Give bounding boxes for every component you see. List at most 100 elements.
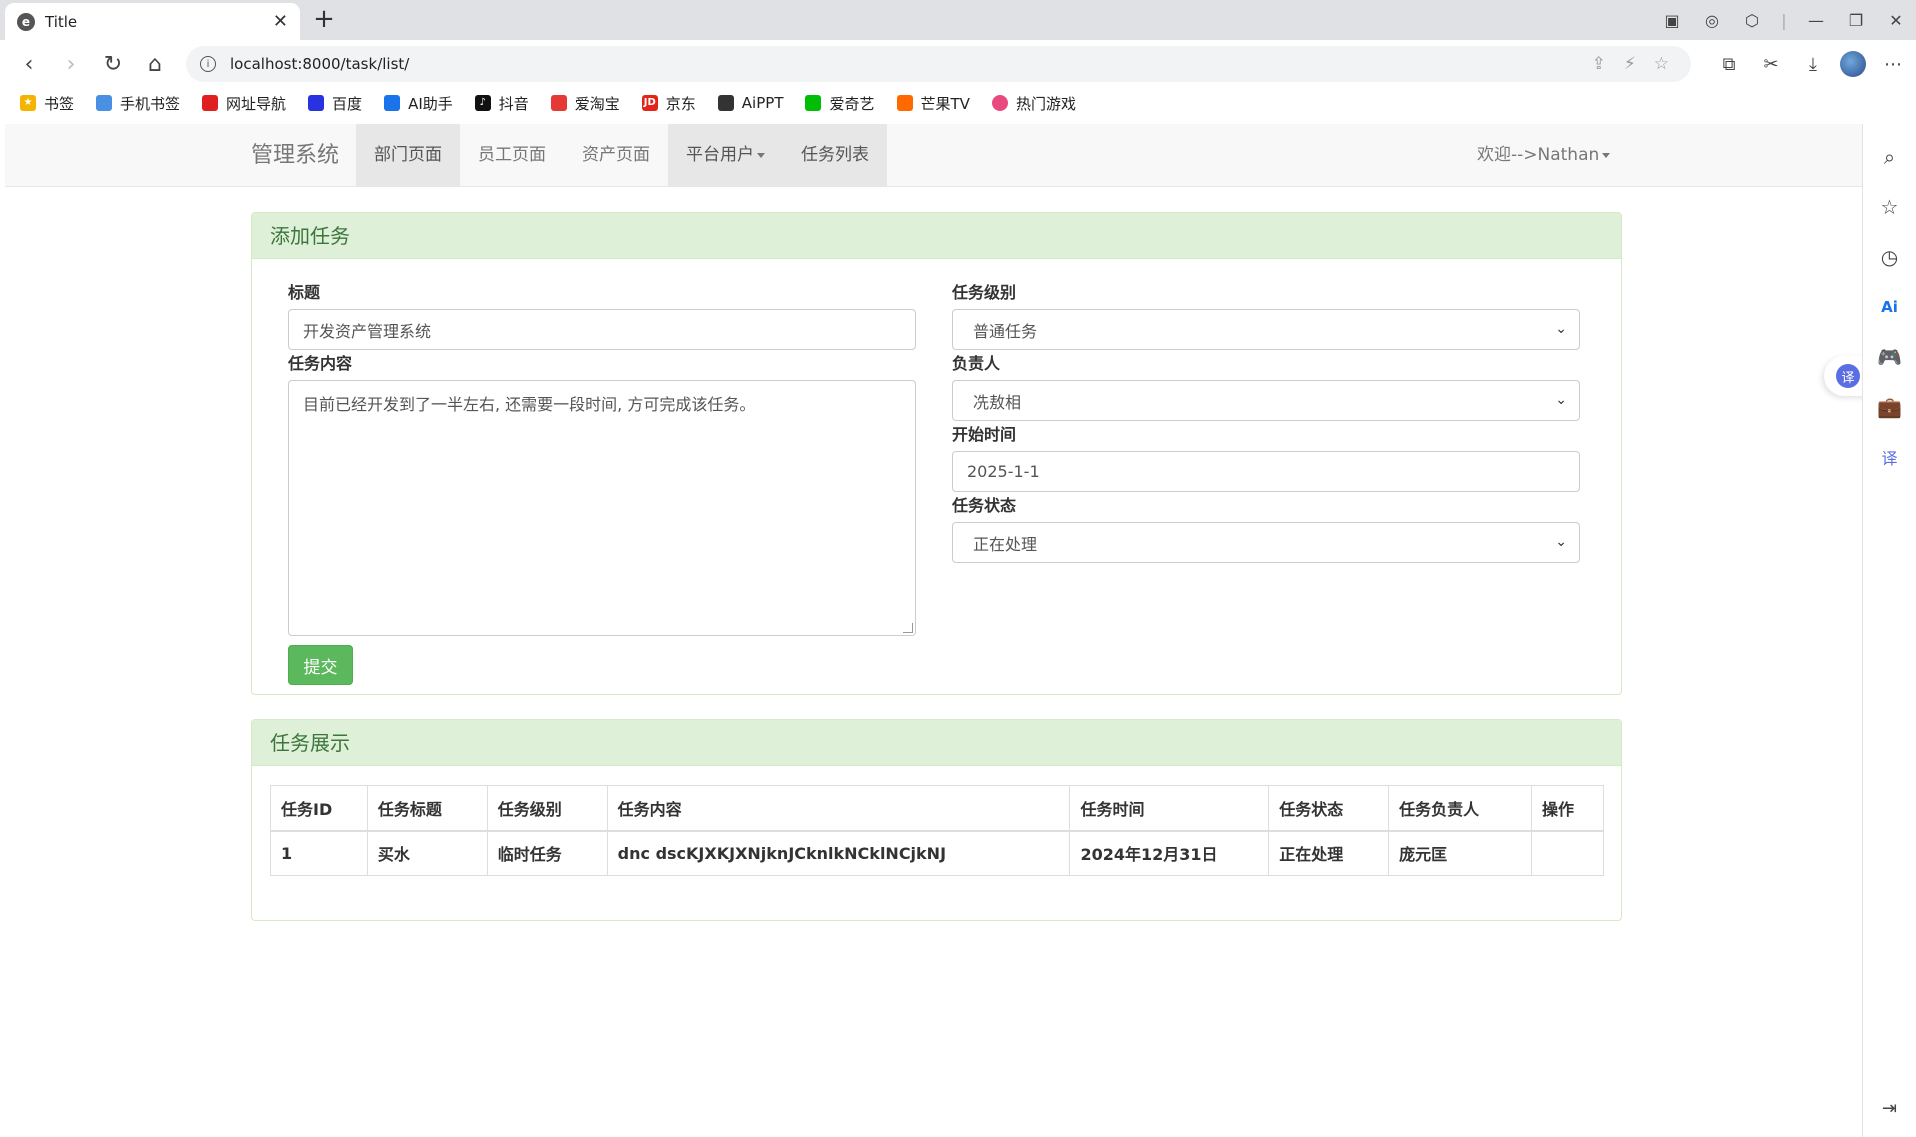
bookmark-label: 热门游戏 bbox=[1015, 94, 1076, 113]
column-header: 任务负责人 bbox=[1388, 785, 1532, 832]
share-icon[interactable]: ⇪ bbox=[1592, 54, 1606, 74]
status-select-value: 正在处理 bbox=[973, 534, 1038, 554]
bookmark-item[interactable]: AI助手 bbox=[384, 93, 453, 114]
forward-button[interactable]: › bbox=[50, 43, 92, 85]
more-menu-icon[interactable]: ⋯ bbox=[1878, 54, 1908, 75]
extensions-icon[interactable]: ⬡ bbox=[1732, 11, 1772, 30]
resize-handle[interactable] bbox=[903, 623, 913, 633]
task-list-panel: 任务展示 任务ID 任务标题 任务级别 任务内容 任务时间 任务状态 任务负责人… bbox=[251, 719, 1622, 921]
translate-icon[interactable]: 译 bbox=[1872, 439, 1908, 475]
url-actions: ⇪ ⚡ ☆ bbox=[1592, 46, 1669, 82]
browser-tab-bar: e Title ✕ + ▣ ◎ ⬡ | — ❐ ✕ bbox=[0, 0, 1916, 40]
ai-icon[interactable]: Ai bbox=[1872, 289, 1908, 325]
chevron-down-icon: ⌄ bbox=[1555, 534, 1567, 550]
bookmark-item[interactable]: 爱奇艺 bbox=[805, 93, 875, 114]
url-text: localhost:8000/task/list/ bbox=[230, 55, 410, 73]
add-task-panel: 添加任务 标题 开发资产管理系统 任务内容 目前已经开发到了一半左右, 还需要一… bbox=[251, 212, 1622, 695]
level-select[interactable]: 普通任务 ⌄ bbox=[952, 309, 1580, 350]
bookmark-label: AI助手 bbox=[408, 94, 453, 113]
screenshot-icon[interactable]: ✂ bbox=[1756, 54, 1786, 75]
table-cell: dnc dscKJXKJXNjknJCknlkNCklNCjkNJ bbox=[606, 830, 1071, 876]
bookmark-item[interactable]: 网址导航 bbox=[202, 93, 286, 114]
star-icon: ★ bbox=[20, 95, 36, 111]
table-cell: 庞元匡 bbox=[1388, 830, 1532, 876]
bookmark-item[interactable]: JD 京东 bbox=[641, 93, 696, 114]
gamepad-icon[interactable]: 🎮 bbox=[1872, 339, 1908, 375]
puzzle-icon[interactable]: ⧉ bbox=[1714, 54, 1744, 75]
submit-button[interactable]: 提交 bbox=[288, 645, 353, 685]
minimize-button[interactable]: — bbox=[1796, 11, 1836, 30]
nav-item-platform-user-label: 平台用户 bbox=[686, 145, 754, 165]
bookmark-label: 手机书签 bbox=[120, 94, 181, 113]
nav-item-platform-user[interactable]: 平台用户 bbox=[668, 124, 783, 187]
tab-title: Title bbox=[45, 12, 78, 31]
toolbar-right: ⧉ ✂ ⤓ ⋯ bbox=[1714, 46, 1908, 82]
baidu-paw-icon bbox=[308, 95, 325, 111]
level-select-value: 普通任务 bbox=[973, 321, 1038, 341]
profile-avatar[interactable] bbox=[1840, 51, 1866, 77]
bookmark-label: 网址导航 bbox=[226, 94, 287, 113]
bookmark-item[interactable]: 手机书签 bbox=[96, 93, 180, 114]
bookmark-item[interactable]: 百度 bbox=[308, 93, 362, 114]
bookmark-label: 爱淘宝 bbox=[574, 94, 620, 113]
bookmark-item[interactable]: AiPPT bbox=[717, 94, 783, 112]
chevron-down-icon: ⌄ bbox=[1555, 392, 1567, 408]
nav-item-employee[interactable]: 员工页面 bbox=[460, 124, 564, 187]
title-input[interactable]: 开发资产管理系统 bbox=[288, 309, 916, 350]
panel-heading: 任务展示 bbox=[252, 720, 1621, 766]
new-tab-button[interactable]: + bbox=[310, 6, 338, 34]
close-tab-icon[interactable]: ✕ bbox=[273, 11, 288, 32]
start-time-label: 开始时间 bbox=[952, 425, 1017, 444]
title-label: 标题 bbox=[288, 283, 321, 302]
column-header: 任务ID bbox=[270, 785, 368, 832]
table-cell: 临时任务 bbox=[486, 830, 608, 876]
bookmark-label: 百度 bbox=[332, 94, 363, 113]
search-icon[interactable]: ⌕ bbox=[1872, 139, 1908, 175]
address-bar[interactable]: i localhost:8000/task/list/ ⇪ ⚡ ☆ bbox=[186, 46, 1691, 82]
owner-label: 负责人 bbox=[952, 354, 1001, 373]
start-time-input[interactable]: 2025-1-1 bbox=[952, 451, 1580, 492]
browser-tab[interactable]: e Title ✕ bbox=[5, 3, 300, 40]
bookmarks-bar: ★ 书签 手机书签 网址导航 百度 AI助手 ♪ 抖音 爱淘宝 JD 京东 AiPPT… bbox=[0, 88, 1916, 118]
column-header: 任务状态 bbox=[1268, 785, 1390, 832]
collapse-panel-icon[interactable]: ⇥ bbox=[1882, 1098, 1897, 1119]
bookmark-item[interactable]: 爱淘宝 bbox=[550, 93, 620, 114]
caret-down-icon bbox=[757, 152, 765, 158]
user-menu[interactable]: 欢迎-->Nathan bbox=[1477, 124, 1611, 187]
top-navbar: 管理系统 部门页面 员工页面 资产页面 平台用户 任务列表 欢迎-->Natha… bbox=[5, 124, 1862, 187]
user-menu-label: 欢迎-->Nathan bbox=[1477, 145, 1600, 165]
home-button[interactable]: ⌂ bbox=[134, 43, 176, 85]
owner-select[interactable]: 冼敖相 ⌄ bbox=[952, 380, 1580, 421]
level-label: 任务级别 bbox=[952, 283, 1017, 302]
bookmark-item[interactable]: ★ 书签 bbox=[20, 93, 74, 114]
bookmark-item[interactable]: 热门游戏 bbox=[991, 93, 1076, 114]
history-clock-icon[interactable]: ◷ bbox=[1872, 239, 1908, 275]
brand-link[interactable]: 管理系统 bbox=[251, 124, 339, 187]
bookmark-item[interactable]: ♪ 抖音 bbox=[474, 93, 529, 114]
briefcase-icon[interactable]: 💼 bbox=[1872, 389, 1908, 425]
nav-item-asset[interactable]: 资产页面 bbox=[564, 124, 668, 187]
back-button[interactable]: ‹ bbox=[8, 43, 50, 85]
close-window-button[interactable]: ✕ bbox=[1876, 11, 1916, 30]
star-icon[interactable]: ☆ bbox=[1654, 54, 1669, 74]
maximize-button[interactable]: ❐ bbox=[1836, 11, 1876, 30]
nav-items: 部门页面 员工页面 资产页面 平台用户 任务列表 bbox=[356, 124, 887, 187]
reload-button[interactable]: ↻ bbox=[92, 43, 134, 85]
taobao-icon bbox=[550, 95, 567, 111]
status-select[interactable]: 正在处理 ⌄ bbox=[952, 522, 1580, 563]
column-header: 任务标题 bbox=[366, 785, 488, 832]
navigation-icon bbox=[202, 95, 219, 111]
favorites-star-icon[interactable]: ☆ bbox=[1872, 189, 1908, 225]
bookmark-item[interactable]: 芒果TV bbox=[896, 93, 970, 114]
tiktok-icon: ♪ bbox=[474, 95, 491, 111]
incognito-icon[interactable]: ◎ bbox=[1692, 11, 1732, 30]
tab-list-icon[interactable]: ▣ bbox=[1652, 11, 1692, 30]
download-icon[interactable]: ⤓ bbox=[1798, 54, 1828, 75]
site-info-icon[interactable]: i bbox=[200, 56, 216, 72]
table-cell-actions bbox=[1530, 830, 1605, 876]
lightning-icon[interactable]: ⚡ bbox=[1624, 54, 1636, 74]
content-textarea[interactable]: 目前已经开发到了一半左右, 还需要一段时间, 方可完成该任务。 bbox=[288, 380, 916, 636]
nav-item-task-list[interactable]: 任务列表 bbox=[783, 124, 887, 187]
nav-item-department[interactable]: 部门页面 bbox=[356, 124, 460, 187]
table-cell: 2024年12月31日 bbox=[1069, 830, 1270, 876]
